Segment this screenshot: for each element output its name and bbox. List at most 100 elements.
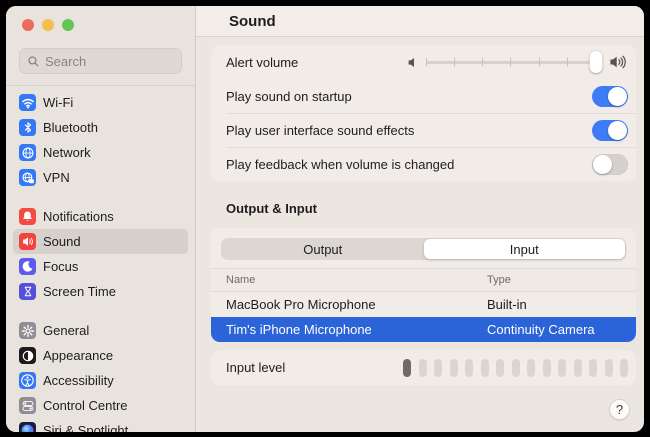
meter-segment bbox=[481, 359, 489, 377]
sidebar-item-network[interactable]: Network bbox=[13, 140, 188, 165]
setting-row-play-user-interface-sound-effects: Play user interface sound effects bbox=[211, 113, 636, 147]
pane-header: Sound bbox=[196, 6, 644, 37]
meter-segment bbox=[496, 359, 504, 377]
sidebar-item-label: Focus bbox=[43, 259, 78, 274]
sidebar-item-appearance[interactable]: Appearance bbox=[13, 343, 188, 368]
sidebar-item-notifications[interactable]: Notifications bbox=[13, 204, 188, 229]
content-area: Alert volume Play sound bbox=[196, 37, 644, 432]
sidebar-item-siri-spotlight[interactable]: Siri & Spotlight bbox=[13, 418, 188, 432]
slider-tick bbox=[567, 58, 568, 67]
slider-tick bbox=[539, 58, 540, 67]
speaker-max-icon bbox=[609, 54, 628, 70]
close-button[interactable] bbox=[22, 19, 34, 31]
input-level-label: Input level bbox=[226, 360, 285, 375]
alert-volume-slider[interactable] bbox=[407, 54, 628, 70]
slider-track[interactable] bbox=[426, 61, 603, 64]
segment-input[interactable]: Input bbox=[424, 239, 626, 259]
sidebar-item-general[interactable]: General bbox=[13, 318, 188, 343]
sidebar-item-label: Appearance bbox=[43, 348, 113, 363]
wifi-icon bbox=[19, 94, 36, 111]
zoom-button[interactable] bbox=[62, 19, 74, 31]
bell-icon bbox=[19, 208, 36, 225]
device-row-macbook-pro-microphone[interactable]: MacBook Pro MicrophoneBuilt-in bbox=[211, 292, 636, 317]
system-settings-window: Wi-Fi Bluetooth Network VPN Notifications Sou… bbox=[6, 6, 644, 432]
meter-segment bbox=[605, 359, 613, 377]
page-title: Sound bbox=[229, 13, 276, 30]
meter-segment bbox=[465, 359, 473, 377]
appearance-icon bbox=[19, 347, 36, 364]
meter-segment bbox=[574, 359, 582, 377]
sidebar-item-label: Control Centre bbox=[43, 398, 128, 413]
sidebar-item-sound[interactable]: Sound bbox=[13, 229, 188, 254]
sidebar-item-label: Network bbox=[43, 145, 91, 160]
device-table: MacBook Pro MicrophoneBuilt-inTim's iPho… bbox=[211, 292, 636, 342]
device-type: Continuity Camera bbox=[487, 322, 636, 337]
device-name: Tim's iPhone Microphone bbox=[211, 322, 487, 337]
column-header-type: Type bbox=[487, 274, 636, 286]
meter-segment bbox=[403, 359, 411, 377]
siri-icon bbox=[19, 422, 36, 432]
sidebar-group-2: Notifications Sound Focus Screen Time bbox=[13, 204, 188, 304]
device-row-tim-s-iphone-microphone[interactable]: Tim's iPhone MicrophoneContinuity Camera bbox=[211, 317, 636, 342]
setting-row-play-sound-on-startup: Play sound on startup bbox=[211, 79, 636, 113]
sidebar-item-bluetooth[interactable]: Bluetooth bbox=[13, 115, 188, 140]
play-sound-on-startup-toggle[interactable] bbox=[592, 86, 628, 107]
meter-segment bbox=[450, 359, 458, 377]
toggle-knob bbox=[608, 121, 627, 140]
sidebar-item-label: General bbox=[43, 323, 89, 338]
sidebar-item-wi-fi[interactable]: Wi-Fi bbox=[13, 90, 188, 115]
speaker-icon bbox=[19, 233, 36, 250]
sidebar-item-accessibility[interactable]: Accessibility bbox=[13, 368, 188, 393]
moon-icon bbox=[19, 258, 36, 275]
search-field[interactable] bbox=[19, 48, 182, 74]
segment-output[interactable]: Output bbox=[222, 239, 424, 259]
slider-tick bbox=[454, 58, 455, 67]
device-type: Built-in bbox=[487, 297, 636, 312]
slider-knob[interactable] bbox=[589, 51, 602, 73]
sound-effects-card: Alert volume Play sound bbox=[211, 45, 636, 181]
sidebar-item-vpn[interactable]: VPN bbox=[13, 165, 188, 190]
globe-icon bbox=[19, 144, 36, 161]
column-header-name: Name bbox=[211, 274, 487, 286]
sidebar: Wi-Fi Bluetooth Network VPN Notifications Sou… bbox=[6, 6, 196, 432]
sidebar-item-label: VPN bbox=[43, 170, 70, 185]
output-input-segmented-control: OutputInput bbox=[221, 238, 626, 260]
control-centre-icon bbox=[19, 397, 36, 414]
device-name: MacBook Pro Microphone bbox=[211, 297, 487, 312]
search-icon bbox=[27, 55, 40, 68]
meter-segment bbox=[419, 359, 427, 377]
sidebar-group-1: Wi-Fi Bluetooth Network VPN bbox=[13, 90, 188, 190]
section-title: Output & Input bbox=[226, 201, 636, 216]
output-input-card: OutputInput NameType MacBook Pro Microph… bbox=[211, 228, 636, 342]
meter-segment bbox=[620, 359, 628, 377]
toggle-knob bbox=[608, 87, 627, 106]
meter-segment bbox=[512, 359, 520, 377]
accessibility-icon bbox=[19, 372, 36, 389]
slider-tick bbox=[482, 58, 483, 67]
bluetooth-icon bbox=[19, 119, 36, 136]
window-controls bbox=[6, 6, 195, 31]
meter-segment bbox=[527, 359, 535, 377]
sidebar-item-control-centre[interactable]: Control Centre bbox=[13, 393, 188, 418]
sidebar-list: Wi-Fi Bluetooth Network VPN Notifications Sou… bbox=[6, 86, 195, 432]
setting-label: Play sound on startup bbox=[226, 89, 352, 104]
speaker-min-icon bbox=[407, 56, 420, 69]
device-table-header: NameType bbox=[211, 268, 636, 292]
vpn-icon bbox=[19, 169, 36, 186]
hourglass-icon bbox=[19, 283, 36, 300]
meter-segment bbox=[543, 359, 551, 377]
sidebar-item-screen-time[interactable]: Screen Time bbox=[13, 279, 188, 304]
sidebar-item-label: Wi-Fi bbox=[43, 95, 73, 110]
play-user-interface-sound-effects-toggle[interactable] bbox=[592, 120, 628, 141]
sidebar-item-focus[interactable]: Focus bbox=[13, 254, 188, 279]
search-input[interactable] bbox=[45, 54, 174, 69]
input-level-row: Input level bbox=[211, 350, 636, 385]
minimize-button[interactable] bbox=[42, 19, 54, 31]
sidebar-item-label: Bluetooth bbox=[43, 120, 98, 135]
help-button[interactable]: ? bbox=[609, 399, 630, 420]
input-level-meter bbox=[403, 359, 628, 377]
sidebar-item-label: Sound bbox=[43, 234, 81, 249]
main-pane: Sound Alert volume bbox=[196, 6, 644, 432]
sidebar-item-label: Accessibility bbox=[43, 373, 114, 388]
play-feedback-when-volume-is-changed-toggle[interactable] bbox=[592, 154, 628, 175]
